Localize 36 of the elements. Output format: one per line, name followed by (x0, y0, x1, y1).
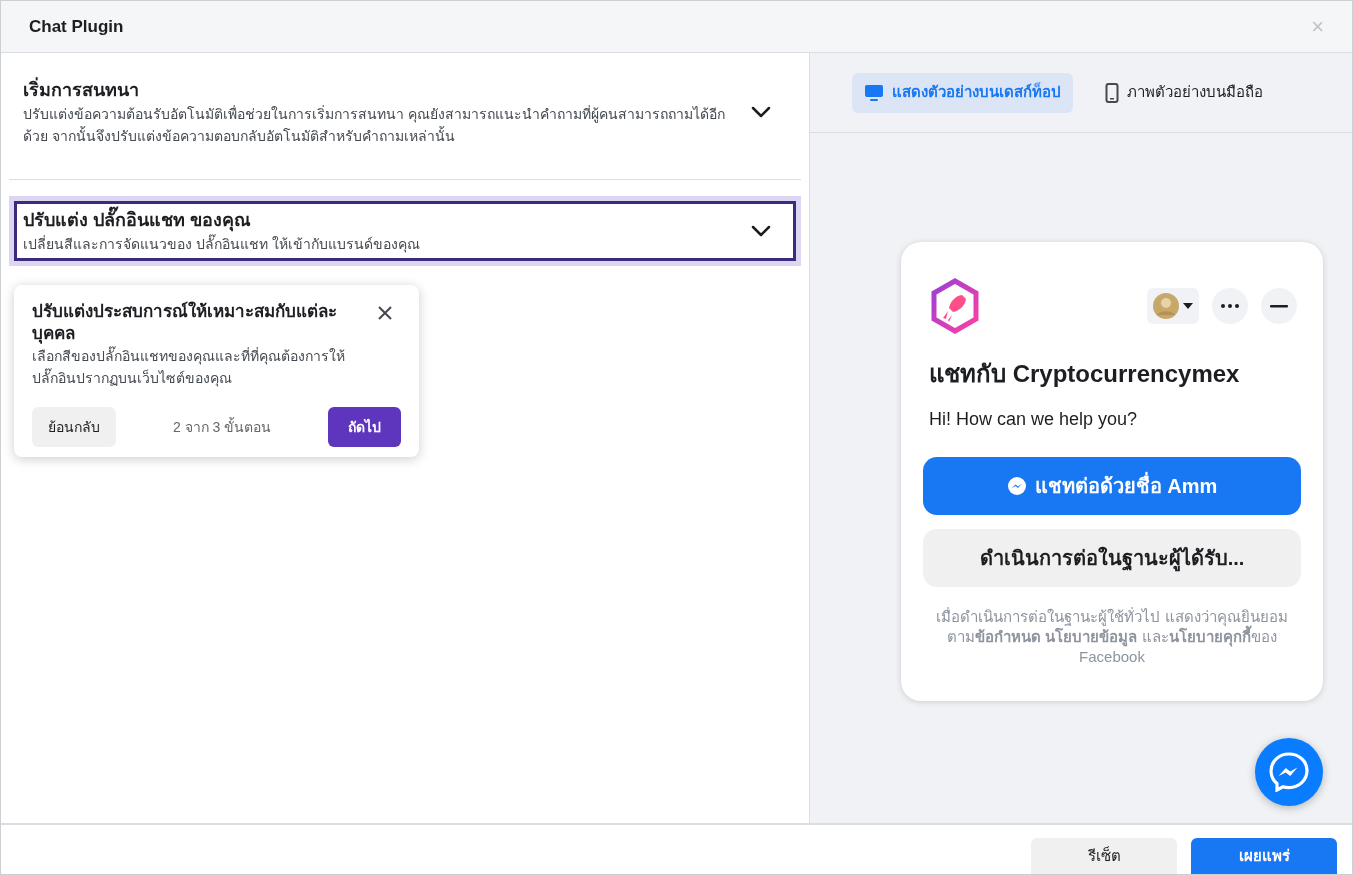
close-icon[interactable] (377, 305, 393, 321)
preview-tab[interactable]: ภาพตัวอย่างบนมือถือ (1093, 72, 1275, 113)
caret-icon (1183, 303, 1193, 309)
section-description: ปรับแต่งข้อความต้อนรับอัตโนมัติเพื่อช่วยในการเริ่มการสนทนา คุณยังสามารถแนะนำคำถามที่ผู้คนสามารถถามได้อีกด้วย จากนั้นจึงปรับแต่งข้อความตอบกลับอัตโนมัติสำหรับคำถามเหล่านั้น (23, 104, 726, 146)
monitor-icon (864, 83, 884, 102)
section-title: เริ่มการสนทนา (23, 77, 735, 103)
accordion-section[interactable]: ปรับแต่ง ปลั๊กอินแชท ของคุณ เปลี่ยนสีและการจัดแนวของ ปลั๊กอินแชท ให้เข้ากับแบรนด์ของคุณ (14, 201, 796, 261)
minimize-icon (1270, 304, 1288, 308)
window-title: Chat Plugin (29, 15, 124, 38)
more-icon (1221, 304, 1239, 308)
tour-body: เลือกสีของปลั๊กอินแชทของคุณและที่ที่คุณต้องการให้ปลั๊กอินปรากฏบนเว็บไซต์ของคุณ (32, 345, 346, 389)
phone-icon (1105, 82, 1119, 103)
messenger-icon (1006, 476, 1027, 496)
back-button[interactable]: ย้อนกลับ (32, 407, 116, 447)
chevron-down-icon (751, 225, 771, 237)
step-counter-text: 2 จาก 3 ขั้นตอน (172, 416, 272, 437)
section-title: ปรับแต่ง ปลั๊กอินแชท ของคุณ (23, 207, 420, 233)
tour-title: ปรับแต่งประสบการณ์ให้เหมาะสมกับแต่ละบุคคล (32, 301, 338, 345)
accordion-section[interactable]: เริ่มการสนทนา ปรับแต่งข้อความต้อนรับอัตโนมัติเพื่อช่วยในการเริ่มการสนทนา คุณยังสามารถแนะนำคำถามที่ผู้คนสามารถถามได้อีกด้วย จากนั้นจึงปรับแต่งข้อความตอบกลับอัตโนมัติสำหรับคำถามเหล่านั้น (23, 77, 787, 147)
chat-heading: แชทกับ Cryptocurrencymex (928, 359, 1241, 389)
messenger-button[interactable] (1255, 738, 1323, 806)
more-button[interactable] (1212, 288, 1248, 324)
continue-as-guest-button[interactable]: ดำเนินการต่อในฐานะผู้ได้รับ... (923, 529, 1301, 587)
greeting-text: Hi! How can we help you? (928, 408, 1139, 431)
legal-notice: เมื่อดำเนินการต่อในฐานะผู้ใช้ทั่วไป แสดงว่าคุณยินยอมตามข้อกำหนด นโยบายข้อมูล และนโยบายคุกกี้ของ Facebook (935, 607, 1289, 667)
next-button[interactable]: ถัดไป (328, 407, 401, 447)
publish-button[interactable]: เผยแพร่ (1191, 838, 1337, 874)
section-description: เปลี่ยนสีและการจัดแนวของ ปลั๊กอินแชท ให้เข้ากับแบรนด์ของคุณ (23, 233, 420, 255)
reset-button[interactable]: รีเซ็ต (1031, 838, 1177, 874)
rocket-logo-icon (929, 278, 981, 334)
avatar-icon (1153, 293, 1179, 319)
minimize-button[interactable] (1261, 288, 1297, 324)
continue-as-user-button[interactable]: แชทต่อด้วยชื่อ Amm (923, 457, 1301, 515)
messenger-icon (1269, 752, 1309, 792)
profile-switch-button[interactable] (1147, 288, 1199, 324)
chevron-down-icon (751, 106, 771, 118)
